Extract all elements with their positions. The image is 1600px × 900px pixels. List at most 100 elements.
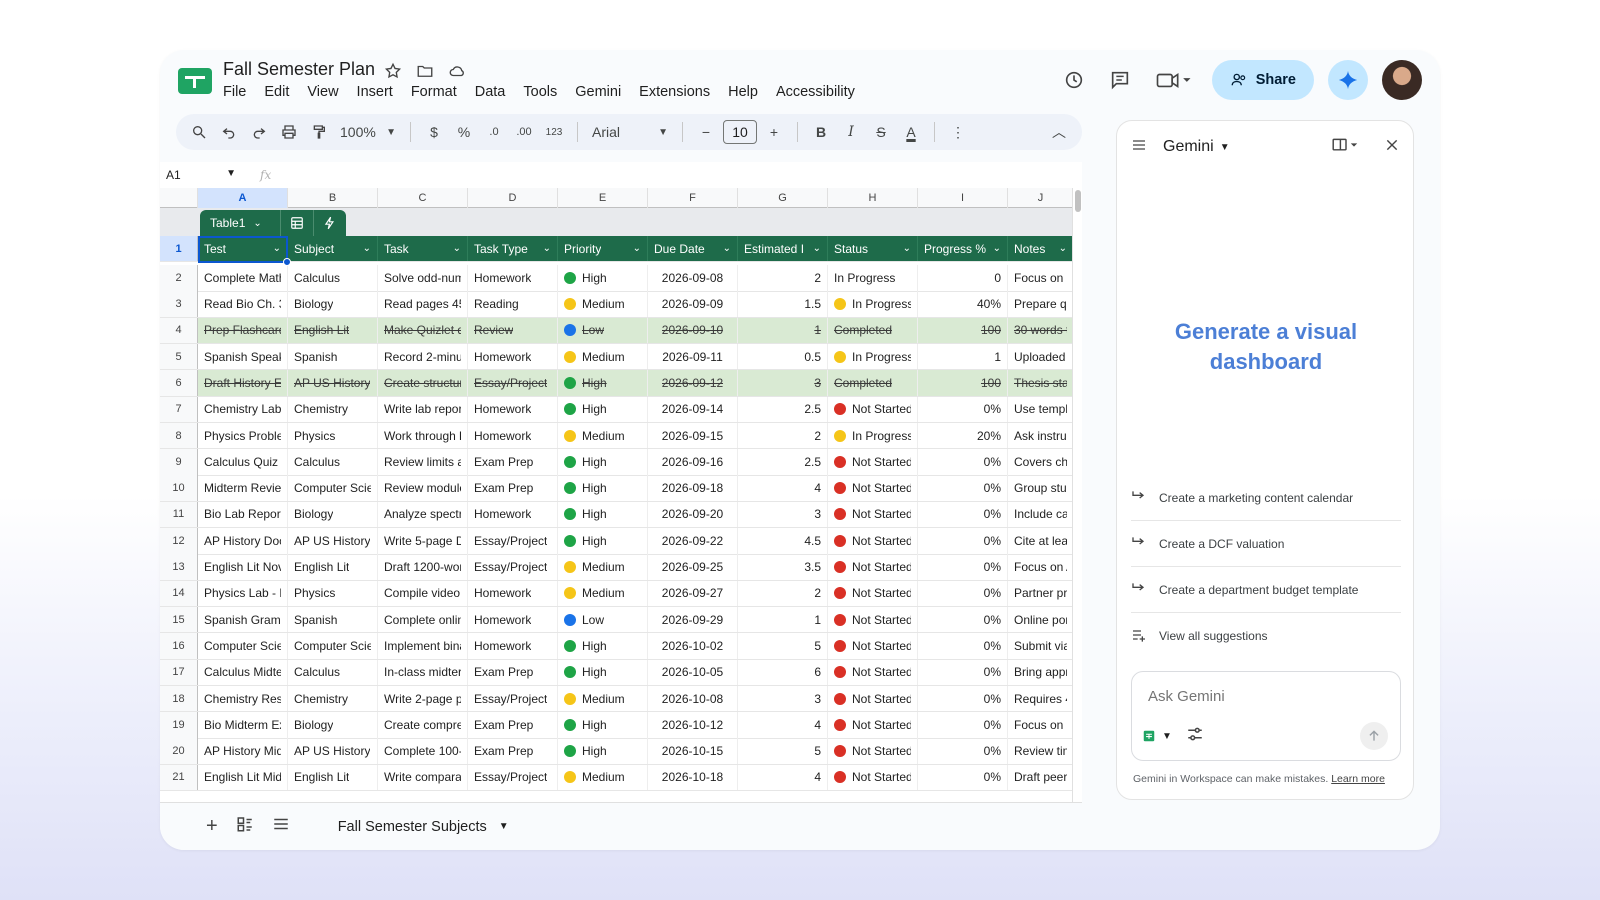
undo-icon[interactable] <box>216 118 242 146</box>
star-icon[interactable] <box>382 60 404 82</box>
cell-test[interactable]: Read Bio Ch. 3 - <box>198 291 288 317</box>
cell-due[interactable]: 2026-09-20 <box>648 501 738 528</box>
column-header-j[interactable]: J <box>1008 188 1074 208</box>
cell-prog[interactable]: 0% <box>918 633 1008 659</box>
cell-notes[interactable]: Focus on meta <box>1008 712 1074 738</box>
row-number[interactable]: 3 <box>160 291 198 317</box>
cell-notes[interactable]: Partner projec <box>1008 580 1074 607</box>
row-number[interactable]: 19 <box>160 712 198 738</box>
cell-prog[interactable]: 100 <box>918 317 1008 344</box>
sheet-tab-fall-semester-subjects[interactable]: Fall Semester Subjects ▼ <box>338 819 509 835</box>
collapse-toolbar-icon[interactable]: ︿ <box>1046 118 1072 146</box>
cell-prog[interactable]: 1 <box>918 343 1008 370</box>
cell-test[interactable]: Chemistry Lab I <box>198 396 288 422</box>
column-title-cell[interactable]: Notes ⌄ <box>1008 236 1074 261</box>
number-format-button[interactable]: 123 <box>541 118 567 146</box>
cell-priority[interactable]: High <box>558 501 648 528</box>
zoom-select[interactable]: 100% ▼ <box>336 118 400 146</box>
cell-task[interactable]: Review limits ar <box>378 449 468 475</box>
cell-task[interactable]: Make Quizlet de <box>378 317 468 344</box>
cell-notes[interactable]: Covers chapte <box>1008 449 1074 475</box>
version-history-icon[interactable] <box>1058 64 1090 96</box>
menu-file[interactable]: File <box>223 84 254 100</box>
cell-notes[interactable]: Online portal a <box>1008 606 1074 633</box>
row-number[interactable]: 17 <box>160 659 198 685</box>
cell-type[interactable]: Exam Prep <box>468 712 558 738</box>
cell-notes[interactable]: Ask instructor <box>1008 422 1074 449</box>
cell-task[interactable]: Work through ki <box>378 422 468 449</box>
row-number[interactable]: 8 <box>160 422 198 449</box>
cell-notes[interactable]: Thesis statem <box>1008 370 1074 396</box>
cell-type[interactable]: Homework <box>468 422 558 449</box>
row-number[interactable]: 13 <box>160 554 198 580</box>
cell-test[interactable]: Draft History Es <box>198 370 288 396</box>
paint-format-icon[interactable] <box>306 118 332 146</box>
italic-button[interactable]: I <box>838 118 864 146</box>
cell-task[interactable]: Write 2-page pr <box>378 685 468 712</box>
cell-due[interactable]: 2026-10-08 <box>648 685 738 712</box>
cell-status[interactable]: In Progress <box>828 291 918 317</box>
cell-status[interactable]: Not Started <box>828 633 918 659</box>
cell-test[interactable]: Physics Lab - Pi <box>198 580 288 607</box>
menu-accessibility[interactable]: Accessibility <box>776 84 863 100</box>
cell-task[interactable]: Implement bina <box>378 633 468 659</box>
send-button[interactable] <box>1360 722 1388 750</box>
cell-type[interactable]: Reading <box>468 291 558 317</box>
row-number[interactable]: 2 <box>160 265 198 291</box>
filter-chevron-icon[interactable]: ⌄ <box>363 243 371 254</box>
row-number[interactable]: 6 <box>160 370 198 396</box>
cell-type[interactable]: Homework <box>468 501 558 528</box>
tools-settings-icon[interactable] <box>1186 726 1204 747</box>
cell-status[interactable]: Not Started <box>828 554 918 580</box>
cell-task[interactable]: In-class midterr <box>378 659 468 685</box>
cell-priority[interactable]: Medium <box>558 685 648 712</box>
row-number[interactable]: 14 <box>160 580 198 607</box>
table-view-icon[interactable] <box>281 216 313 230</box>
column-title-cell[interactable]: Priority ⌄ <box>558 236 648 261</box>
cell-status[interactable]: Not Started <box>828 685 918 712</box>
column-title-cell[interactable]: Test ⌄ <box>198 236 288 261</box>
cell-subject[interactable]: AP US History <box>288 528 378 554</box>
cell-est[interactable]: 2 <box>738 265 828 291</box>
cell-test[interactable]: Midterm Review <box>198 475 288 501</box>
text-color-button[interactable]: A <box>898 118 924 146</box>
cell-due[interactable]: 2026-10-12 <box>648 712 738 738</box>
fill-handle[interactable] <box>283 258 291 266</box>
cell-task[interactable]: Solve odd-numb <box>378 265 468 291</box>
cell-est[interactable]: 3 <box>738 370 828 396</box>
cell-due[interactable]: 2026-09-15 <box>648 422 738 449</box>
cell-notes[interactable]: Focus on Act : <box>1008 554 1074 580</box>
cell-prog[interactable]: 0% <box>918 659 1008 685</box>
cell-status[interactable]: Not Started <box>828 712 918 738</box>
cell-prog[interactable]: 0% <box>918 396 1008 422</box>
cell-type[interactable]: Homework <box>468 265 558 291</box>
cell-notes[interactable]: Bring approve <box>1008 659 1074 685</box>
column-title-cell[interactable]: Subject ⌄ <box>288 236 378 261</box>
cell-status[interactable]: Completed <box>828 370 918 396</box>
meet-video-icon[interactable] <box>1150 64 1198 96</box>
column-header-f[interactable]: F <box>648 188 738 208</box>
cell-notes[interactable]: Cite at least 6 <box>1008 528 1074 554</box>
cell-due[interactable]: 2026-09-14 <box>648 396 738 422</box>
cell-est[interactable]: 4 <box>738 712 828 738</box>
cell-task[interactable]: Read pages 45- <box>378 291 468 317</box>
cell-test[interactable]: Bio Lab Report - <box>198 501 288 528</box>
cell-type[interactable]: Essay/Project <box>468 554 558 580</box>
cell-due[interactable]: 2026-10-15 <box>648 738 738 764</box>
column-header-g[interactable]: G <box>738 188 828 208</box>
view-all-suggestions[interactable]: View all suggestions <box>1131 613 1401 659</box>
filter-chevron-icon[interactable]: ⌄ <box>723 243 731 254</box>
menu-extensions[interactable]: Extensions <box>639 84 718 100</box>
cell-due[interactable]: 2026-09-11 <box>648 343 738 370</box>
cell-priority[interactable]: High <box>558 265 648 291</box>
filter-chevron-icon[interactable]: ⌄ <box>903 243 911 254</box>
select-all-corner[interactable] <box>160 188 198 208</box>
row-number[interactable]: 9 <box>160 449 198 475</box>
cell-notes[interactable]: 30 words tota <box>1008 317 1074 344</box>
cell-type[interactable]: Review <box>468 317 558 344</box>
cell-subject[interactable]: Chemistry <box>288 685 378 712</box>
cell-test[interactable]: Calculus Quiz 1 <box>198 449 288 475</box>
comments-icon[interactable] <box>1104 64 1136 96</box>
cell-status[interactable]: In Progress <box>828 265 918 291</box>
cell-type[interactable]: Exam Prep <box>468 659 558 685</box>
